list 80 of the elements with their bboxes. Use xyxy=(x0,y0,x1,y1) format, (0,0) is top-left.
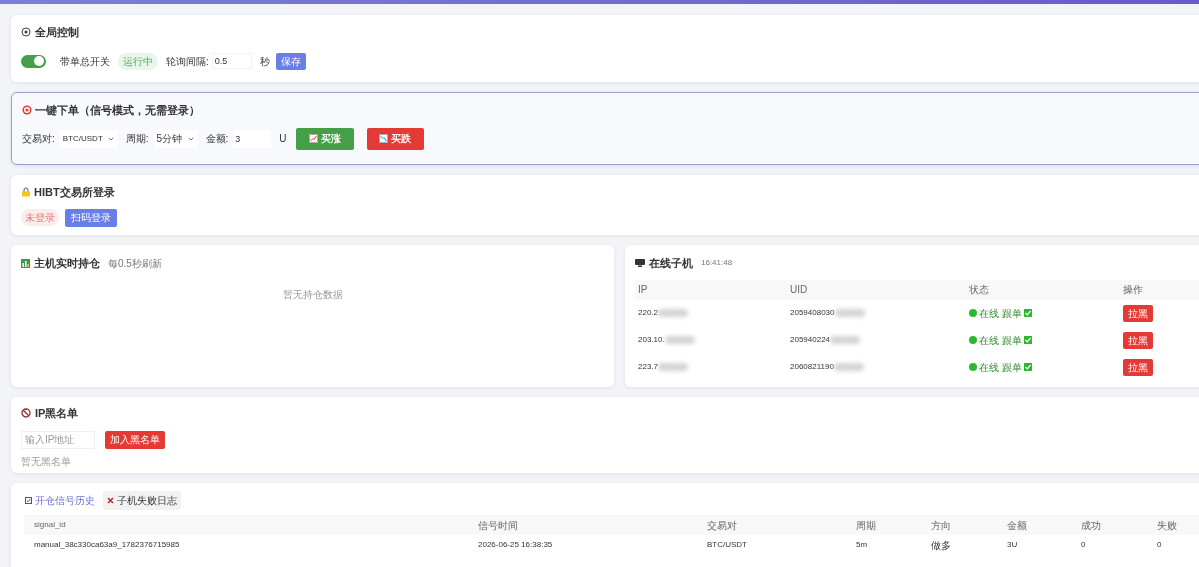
target-icon xyxy=(22,105,32,116)
redaction-blur xyxy=(664,336,695,344)
amount-field[interactable]: 3 xyxy=(233,129,272,148)
block-button[interactable]: 拉黑 xyxy=(1123,358,1153,376)
table-cell: 2060821190 xyxy=(790,361,834,373)
status-text: 在线 跟单 xyxy=(979,306,1022,321)
status-text: 在线 跟单 xyxy=(979,333,1022,348)
amount-label: 金额: xyxy=(205,132,229,146)
login-button[interactable]: 扫码登录 xyxy=(65,208,117,227)
column-header: 周期 xyxy=(856,518,877,533)
prohibited-icon xyxy=(21,408,31,419)
card-title: 一键下单（信号模式，无需登录） xyxy=(35,103,200,118)
column-header: 金额 xyxy=(1007,518,1028,533)
column-header: 操作 xyxy=(1123,283,1144,297)
table-cell-text: 做多 xyxy=(931,538,952,553)
column-header: 交易对 xyxy=(707,518,738,533)
tab[interactable]: 开仓信号历史 xyxy=(21,491,99,510)
table-cell: 205940224 xyxy=(790,334,831,346)
table-cell-text: 0 xyxy=(1081,539,1087,551)
card-title: 全局控制 xyxy=(35,25,79,40)
redaction-blur xyxy=(834,309,865,317)
redaction-blur xyxy=(833,363,864,371)
card-title: IP黑名单 xyxy=(35,406,79,421)
interval-field[interactable]: 0.5 xyxy=(211,53,252,69)
redaction-blur xyxy=(658,309,689,317)
target-icon xyxy=(21,27,31,38)
close-icon xyxy=(107,497,114,504)
sell-button[interactable]: 买跌 xyxy=(366,127,424,150)
block-button[interactable]: 拉黑 xyxy=(1123,331,1153,349)
redaction-blur xyxy=(658,363,689,371)
checkbox-icon xyxy=(25,497,32,504)
refresh-note: 每0.5秒刷新 xyxy=(108,256,162,271)
toggle-switch[interactable] xyxy=(21,54,46,68)
pair-label: 交易对: xyxy=(22,132,55,146)
table-cell-text: 0 xyxy=(1157,539,1163,551)
add-blacklist-button[interactable]: 加入黑名单 xyxy=(105,430,165,449)
column-header: 状态 xyxy=(969,283,990,297)
card-title: 在线子机 xyxy=(649,256,693,271)
column-header: IP xyxy=(638,283,649,297)
empty-message: 暂无持仓数据 xyxy=(282,287,343,302)
pair-select[interactable]: BTC/USDT xyxy=(59,129,118,148)
empty-message: 暂无黑名单 xyxy=(21,455,71,467)
period-select[interactable]: 5分钟 xyxy=(153,129,198,148)
column-header: signal_id xyxy=(34,519,67,531)
column-header: 方向 xyxy=(931,518,952,533)
table-cell: 220.2 xyxy=(638,307,659,319)
column-header: 信号时间 xyxy=(478,518,519,533)
period-label: 周期: xyxy=(125,132,149,146)
card-title: HIBT交易所登录 xyxy=(34,185,115,200)
table-cell: 2059408030 xyxy=(790,307,835,319)
buy-button[interactable]: 买涨 xyxy=(295,127,354,150)
column-header: 失败 xyxy=(1157,518,1178,533)
table-cell-text: 3U xyxy=(1007,539,1019,551)
status-text: 在线 跟单 xyxy=(979,360,1022,375)
table-cell-text: BTC/USDT xyxy=(707,539,748,551)
bar-chart-icon xyxy=(21,258,30,268)
ip-field[interactable]: 输入IP地址 xyxy=(21,430,95,449)
table-cell-text: 2026-06-25 16:38:35 xyxy=(478,539,554,551)
timestamp: 16:41:48 xyxy=(701,257,733,270)
table-cell-text: 5m xyxy=(856,539,869,551)
column-header: UID xyxy=(790,283,809,297)
unit-label: U xyxy=(279,132,287,146)
block-button[interactable]: 拉黑 xyxy=(1123,304,1153,322)
table-cell: 223.7 xyxy=(638,361,659,373)
card-title: 主机实时持仓 xyxy=(34,256,100,271)
redaction-blur xyxy=(830,336,861,344)
unit-label: 秒 xyxy=(259,54,270,69)
status-badge: 运行中 xyxy=(118,52,158,70)
table-cell: 203.10. xyxy=(638,334,665,346)
status-badge: 未登录 xyxy=(21,209,59,226)
switch-label: 带单总开关 xyxy=(60,54,110,69)
monitor-icon xyxy=(635,259,645,268)
interval-label: 轮询间隔: xyxy=(166,54,209,69)
tab[interactable]: 子机失败日志 xyxy=(103,491,181,510)
column-header: 成功 xyxy=(1081,518,1102,533)
chart-down-icon xyxy=(379,134,389,143)
chart-up-icon xyxy=(308,134,318,143)
save-button[interactable]: 保存 xyxy=(275,52,306,70)
lock-icon xyxy=(21,187,31,198)
table-cell-text: manual_38c330ca63a9_1782376715985 xyxy=(34,539,181,551)
